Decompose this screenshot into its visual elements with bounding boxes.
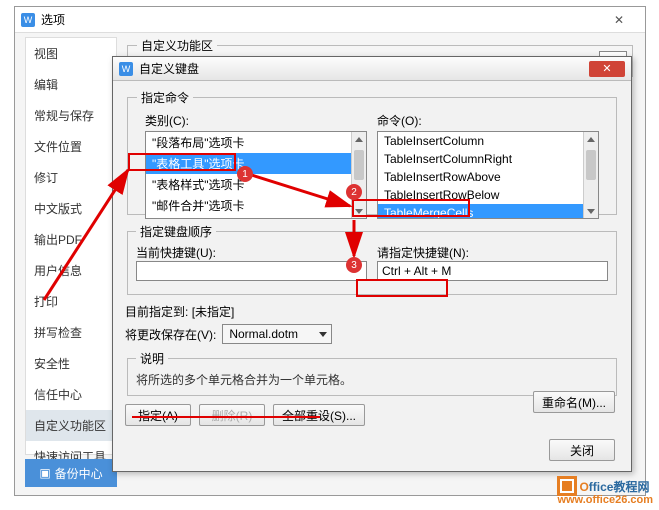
sidebar-item-view[interactable]: 视图 bbox=[26, 38, 116, 69]
scroll-up-icon[interactable] bbox=[352, 132, 366, 146]
app-icon: W bbox=[119, 62, 133, 76]
options-titlebar: W 选项 ✕ bbox=[15, 7, 645, 33]
categories-listbox[interactable]: "段落布局"选项卡 "表格工具"选项卡 "表格样式"选项卡 "邮件合并"选项卡 … bbox=[145, 131, 367, 219]
sidebar-item-trust[interactable]: 信任中心 bbox=[26, 379, 116, 410]
list-item[interactable]: TableMergeCells bbox=[378, 204, 598, 219]
save-changes-label: 将更改保存在(V): bbox=[125, 326, 216, 343]
sidebar-item-filelocation[interactable]: 文件位置 bbox=[26, 131, 116, 162]
sidebar-item-pdf[interactable]: 输出PDF bbox=[26, 224, 116, 255]
categories-column: 类别(C): "段落布局"选项卡 "表格工具"选项卡 "表格样式"选项卡 "邮件… bbox=[145, 112, 367, 219]
new-shortcut-label: 请指定快捷键(N): bbox=[377, 246, 469, 260]
description-legend: 说明 bbox=[136, 350, 168, 367]
close-icon[interactable]: ✕ bbox=[589, 61, 625, 77]
assigned-prefix: 目前指定到: bbox=[125, 305, 188, 319]
sidebar-item-userinfo[interactable]: 用户信息 bbox=[26, 255, 116, 286]
scrollbar[interactable] bbox=[351, 132, 366, 218]
sidebar-item-print[interactable]: 打印 bbox=[26, 286, 116, 317]
list-item[interactable]: "表格工具"选项卡 bbox=[146, 153, 366, 174]
list-item[interactable]: "邮件合并"选项卡 bbox=[146, 195, 366, 216]
backup-button[interactable]: ▣ 备份中心 bbox=[25, 459, 117, 487]
commands-label: 命令(O): bbox=[377, 112, 599, 129]
sidebar-item-security[interactable]: 安全性 bbox=[26, 348, 116, 379]
list-item[interactable]: TableInsertRowAbove bbox=[378, 168, 598, 186]
list-item[interactable]: TableInsertColumn bbox=[378, 132, 598, 150]
sidebar-item-edit[interactable]: 编辑 bbox=[26, 69, 116, 100]
assign-button[interactable]: 指定(A) bbox=[125, 404, 191, 426]
reset-all-button[interactable]: 全部重设(S)... bbox=[273, 404, 365, 426]
scroll-down-icon[interactable] bbox=[352, 204, 366, 218]
description-text: 将所选的多个单元格合并为一个单元格。 bbox=[136, 371, 608, 388]
sidebar-item-customribbon[interactable]: 自定义功能区 bbox=[26, 410, 116, 441]
options-title: 选项 bbox=[41, 11, 599, 28]
specify-command-fieldset: 指定命令 类别(C): "段落布局"选项卡 "表格工具"选项卡 "表格样式"选项… bbox=[127, 89, 617, 215]
scroll-thumb[interactable] bbox=[354, 150, 364, 180]
rename-button[interactable]: 重命名(M)... bbox=[533, 391, 615, 413]
list-item[interactable]: TableInsertColumnRight bbox=[378, 150, 598, 168]
scrollbar[interactable] bbox=[583, 132, 598, 218]
scroll-up-icon[interactable] bbox=[584, 132, 598, 146]
list-item[interactable]: "段落布局"选项卡 bbox=[146, 132, 366, 153]
sidebar-item-spell[interactable]: 拼写检查 bbox=[26, 317, 116, 348]
currently-assigned-line: 目前指定到: [未指定] bbox=[125, 303, 619, 320]
options-sidebar: 视图 编辑 常规与保存 文件位置 修订 中文版式 输出PDF 用户信息 打印 拼… bbox=[25, 37, 117, 455]
scroll-down-icon[interactable] bbox=[584, 204, 598, 218]
assigned-value: [未指定] bbox=[192, 305, 235, 319]
sidebar-item-revision[interactable]: 修订 bbox=[26, 162, 116, 193]
customize-keyboard-body: 指定命令 类别(C): "段落布局"选项卡 "表格工具"选项卡 "表格样式"选项… bbox=[113, 81, 631, 471]
specify-command-legend: 指定命令 bbox=[137, 89, 193, 106]
save-changes-line: 将更改保存在(V): Normal.dotm bbox=[125, 324, 619, 344]
remove-button[interactable]: 删除(R) bbox=[199, 404, 265, 426]
current-shortcut-input[interactable] bbox=[136, 261, 367, 281]
description-fieldset: 说明 将所选的多个单元格合并为一个单元格。 bbox=[127, 350, 617, 396]
close-button[interactable]: 关闭 bbox=[549, 439, 615, 461]
scroll-thumb[interactable] bbox=[586, 150, 596, 180]
app-icon: W bbox=[21, 13, 35, 27]
save-changes-combo[interactable]: Normal.dotm bbox=[222, 324, 332, 344]
commands-listbox[interactable]: TableInsertColumn TableInsertColumnRight… bbox=[377, 131, 599, 219]
list-item[interactable]: TableInsertRowBelow bbox=[378, 186, 598, 204]
new-shortcut-input[interactable]: Ctrl + Alt + M bbox=[377, 261, 608, 281]
specify-sequence-fieldset: 指定键盘顺序 当前快捷键(U): 请指定快捷键(N): Ctrl + Alt +… bbox=[127, 223, 617, 295]
customize-ribbon-legend: 自定义功能区 bbox=[137, 37, 217, 54]
sidebar-item-chinese[interactable]: 中文版式 bbox=[26, 193, 116, 224]
backup-icon: ▣ bbox=[39, 466, 50, 480]
customize-keyboard-title: 自定义键盘 bbox=[139, 60, 589, 77]
list-item[interactable]: "大纲"选项卡 bbox=[146, 216, 366, 219]
customize-keyboard-dialog: W 自定义键盘 ✕ 指定命令 类别(C): "段落布局"选项卡 "表格工具"选项… bbox=[112, 56, 632, 472]
commands-column: 命令(O): TableInsertColumn TableInsertColu… bbox=[377, 112, 599, 219]
list-item[interactable]: "表格样式"选项卡 bbox=[146, 174, 366, 195]
sidebar-item-general[interactable]: 常规与保存 bbox=[26, 100, 116, 131]
specify-sequence-legend: 指定键盘顺序 bbox=[136, 223, 216, 240]
close-icon[interactable]: ✕ bbox=[599, 13, 639, 27]
categories-label: 类别(C): bbox=[145, 112, 367, 129]
backup-label: 备份中心 bbox=[55, 465, 103, 482]
current-shortcut-label: 当前快捷键(U): bbox=[136, 246, 216, 260]
customize-keyboard-titlebar: W 自定义键盘 ✕ bbox=[113, 57, 631, 81]
